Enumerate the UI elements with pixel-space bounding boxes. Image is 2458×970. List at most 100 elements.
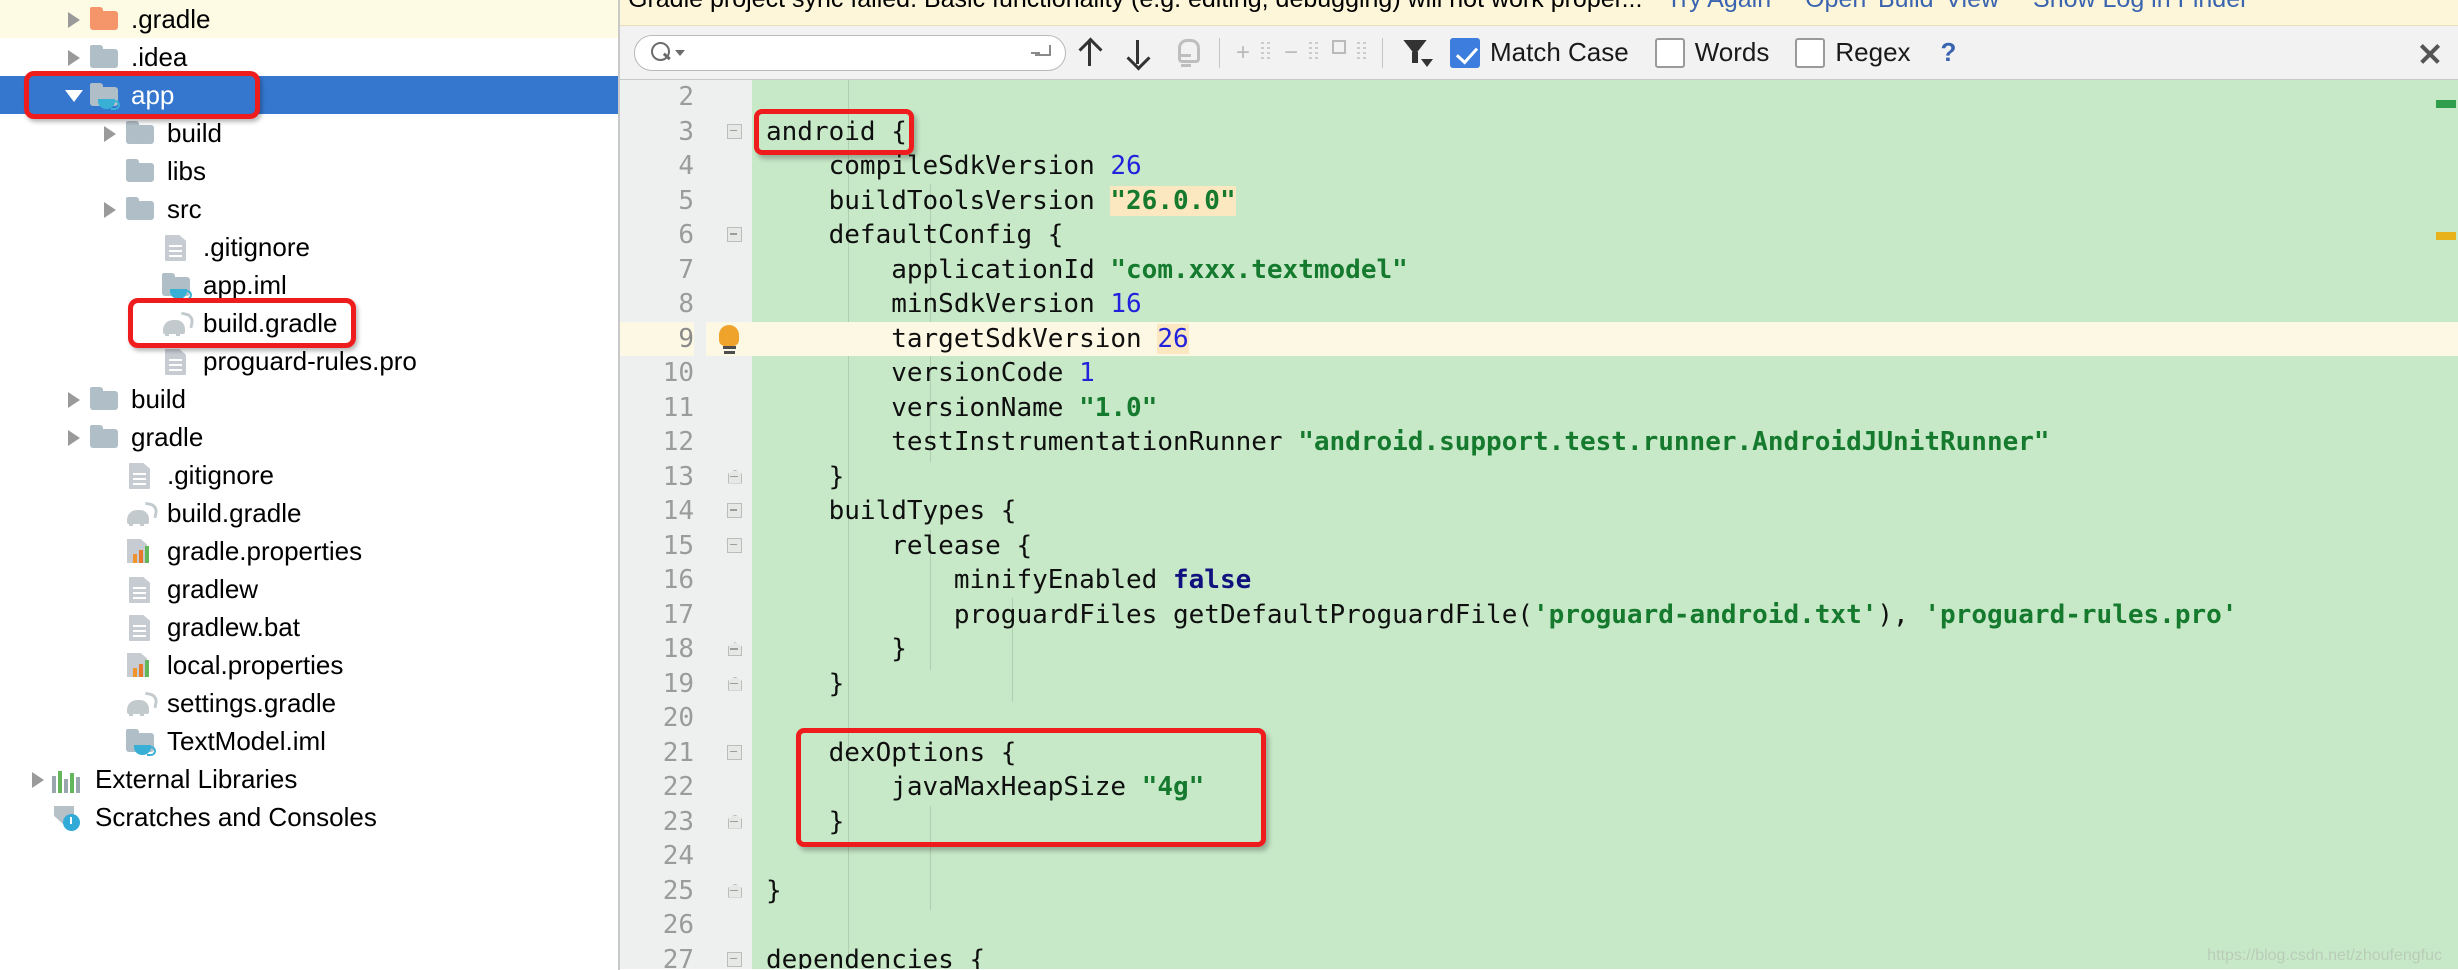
fold-gutter-row[interactable]: [706, 805, 752, 840]
find-toolbar[interactable]: + − Match Case Words Regex ?: [620, 26, 2458, 80]
project-tree[interactable]: .gradle .idea app build libs src .gitignore app…: [0, 0, 618, 836]
project-tree-panel[interactable]: .gradle .idea app build libs src .gitignore app…: [0, 0, 620, 970]
help-link[interactable]: ?: [1941, 37, 1957, 68]
fold-collapse-icon[interactable]: [724, 501, 744, 521]
code-text-area[interactable]: https://blog.csdn.net/zhoufengfuc androi…: [752, 80, 2458, 969]
chevron-down-icon[interactable]: [675, 49, 685, 56]
code-line[interactable]: }: [752, 805, 2458, 840]
code-line[interactable]: [752, 80, 2458, 115]
tree-item-external-libraries[interactable]: External Libraries: [0, 760, 618, 798]
fold-collapse-icon[interactable]: [724, 950, 744, 970]
tree-item-gradle-properties[interactable]: gradle.properties: [0, 532, 618, 570]
fold-end-icon[interactable]: [724, 674, 744, 694]
code-line[interactable]: javaMaxHeapSize "4g": [752, 770, 2458, 805]
code-editor[interactable]: 2 3 4 5 6 7 8 9 10 11 12 13 14 15 16 17 18 19 20 21 22 23 24 25…: [620, 80, 2458, 969]
find-next-button[interactable]: [1114, 33, 1162, 73]
fold-gutter-row[interactable]: [706, 115, 752, 150]
tree-item-proguard-rules-pro[interactable]: proguard-rules.pro: [0, 342, 618, 380]
fold-collapse-icon[interactable]: [724, 225, 744, 245]
chevron-right-icon[interactable]: [98, 120, 124, 146]
tree-item-build[interactable]: build: [0, 114, 618, 152]
fold-gutter[interactable]: [706, 80, 752, 969]
code-line[interactable]: buildTypes {: [752, 494, 2458, 529]
checkbox-match-case[interactable]: [1450, 37, 1480, 68]
close-icon[interactable]: [2414, 38, 2444, 68]
code-line[interactable]: dexOptions {: [752, 736, 2458, 771]
fold-gutter-row[interactable]: [706, 184, 752, 219]
find-options[interactable]: Match Case Words Regex: [1450, 37, 1925, 68]
fold-gutter-row[interactable]: [706, 80, 752, 115]
fold-gutter-row[interactable]: [706, 874, 752, 909]
code-line[interactable]: [752, 839, 2458, 874]
select-all-occurrences-button[interactable]: [1162, 33, 1210, 73]
fold-gutter-row[interactable]: [706, 943, 752, 970]
chevron-right-icon[interactable]: [62, 6, 88, 32]
fold-collapse-icon[interactable]: [724, 743, 744, 763]
fold-gutter-row[interactable]: [706, 494, 752, 529]
fold-gutter-row[interactable]: [706, 701, 752, 736]
banner-links[interactable]: Try Again Open 'Build' View Show Log in Fi…: [1666, 0, 2248, 12]
code-line[interactable]: minifyEnabled false: [752, 563, 2458, 598]
tree-item-gradle[interactable]: .gradle: [0, 0, 618, 38]
checkbox-regex[interactable]: [1795, 37, 1826, 68]
chevron-right-icon[interactable]: [98, 196, 124, 222]
tree-item-idea[interactable]: .idea: [0, 38, 618, 76]
code-line[interactable]: compileSdkVersion 26: [752, 149, 2458, 184]
tree-item-build-gradle[interactable]: build.gradle: [0, 304, 618, 342]
fold-end-icon[interactable]: [724, 881, 744, 901]
fold-end-icon[interactable]: [724, 467, 744, 487]
edit-column-button[interactable]: [1325, 33, 1373, 73]
fold-collapse-icon[interactable]: [724, 536, 744, 556]
code-line[interactable]: [752, 701, 2458, 736]
tree-item-settings-gradle[interactable]: settings.gradle: [0, 684, 618, 722]
code-line[interactable]: testInstrumentationRunner "android.suppo…: [752, 425, 2458, 460]
fold-gutter-row[interactable]: [706, 667, 752, 702]
code-line[interactable]: android {: [752, 115, 2458, 150]
filter-button[interactable]: [1392, 33, 1440, 73]
code-line[interactable]: targetSdkVersion 26: [752, 321, 2458, 356]
fold-end-icon[interactable]: [724, 639, 744, 659]
code-line[interactable]: versionName "1.0": [752, 391, 2458, 426]
fold-gutter-row[interactable]: [706, 770, 752, 805]
code-line[interactable]: release {: [752, 529, 2458, 564]
code-line[interactable]: }: [752, 632, 2458, 667]
code-line[interactable]: buildToolsVersion "26.0.0": [752, 184, 2458, 219]
code-line[interactable]: }: [752, 460, 2458, 495]
find-previous-button[interactable]: [1066, 33, 1114, 73]
code-line[interactable]: }: [752, 874, 2458, 909]
fold-end-icon[interactable]: [724, 812, 744, 832]
banner-link-open-build-view[interactable]: Open 'Build' View: [1805, 0, 1999, 12]
fold-collapse-icon[interactable]: [724, 122, 744, 142]
banner-link-try-again[interactable]: Try Again: [1666, 0, 1771, 12]
fold-gutter-row[interactable]: [706, 563, 752, 598]
add-column-button[interactable]: +: [1229, 33, 1277, 73]
remove-column-button[interactable]: −: [1277, 33, 1325, 73]
chevron-right-icon[interactable]: [62, 386, 88, 412]
tree-item-app[interactable]: app: [0, 76, 618, 114]
tree-item-gitignore[interactable]: .gitignore: [0, 228, 618, 266]
fold-gutter-row[interactable]: [706, 287, 752, 322]
fold-gutter-row[interactable]: [706, 218, 752, 253]
fold-gutter-row[interactable]: [706, 839, 752, 874]
tree-item-textmodel-iml[interactable]: TextModel.iml: [0, 722, 618, 760]
tree-item-gradlew[interactable]: gradlew: [0, 570, 618, 608]
tree-item-gradle[interactable]: gradle: [0, 418, 618, 456]
find-option-match-case[interactable]: Match Case: [1450, 37, 1629, 68]
fold-gutter-row[interactable]: [706, 391, 752, 426]
fold-gutter-row[interactable]: [706, 598, 752, 633]
search-input[interactable]: [691, 39, 1029, 66]
fold-gutter-row[interactable]: [706, 321, 752, 356]
tree-item-build-gradle[interactable]: build.gradle: [0, 494, 618, 532]
tree-item-gradlew-bat[interactable]: gradlew.bat: [0, 608, 618, 646]
code-line[interactable]: }: [752, 667, 2458, 702]
tree-item-app-iml[interactable]: app.iml: [0, 266, 618, 304]
tree-item-scratches-and-consoles[interactable]: Scratches and Consoles: [0, 798, 618, 836]
find-option-words[interactable]: Words: [1654, 37, 1769, 68]
fold-gutter-row[interactable]: [706, 425, 752, 460]
fold-gutter-row[interactable]: [706, 908, 752, 943]
code-line[interactable]: defaultConfig {: [752, 218, 2458, 253]
find-option-regex[interactable]: Regex: [1795, 37, 1911, 68]
checkbox-words[interactable]: [1654, 37, 1685, 68]
search-box[interactable]: [634, 34, 1066, 71]
code-line[interactable]: minSdkVersion 16: [752, 287, 2458, 322]
